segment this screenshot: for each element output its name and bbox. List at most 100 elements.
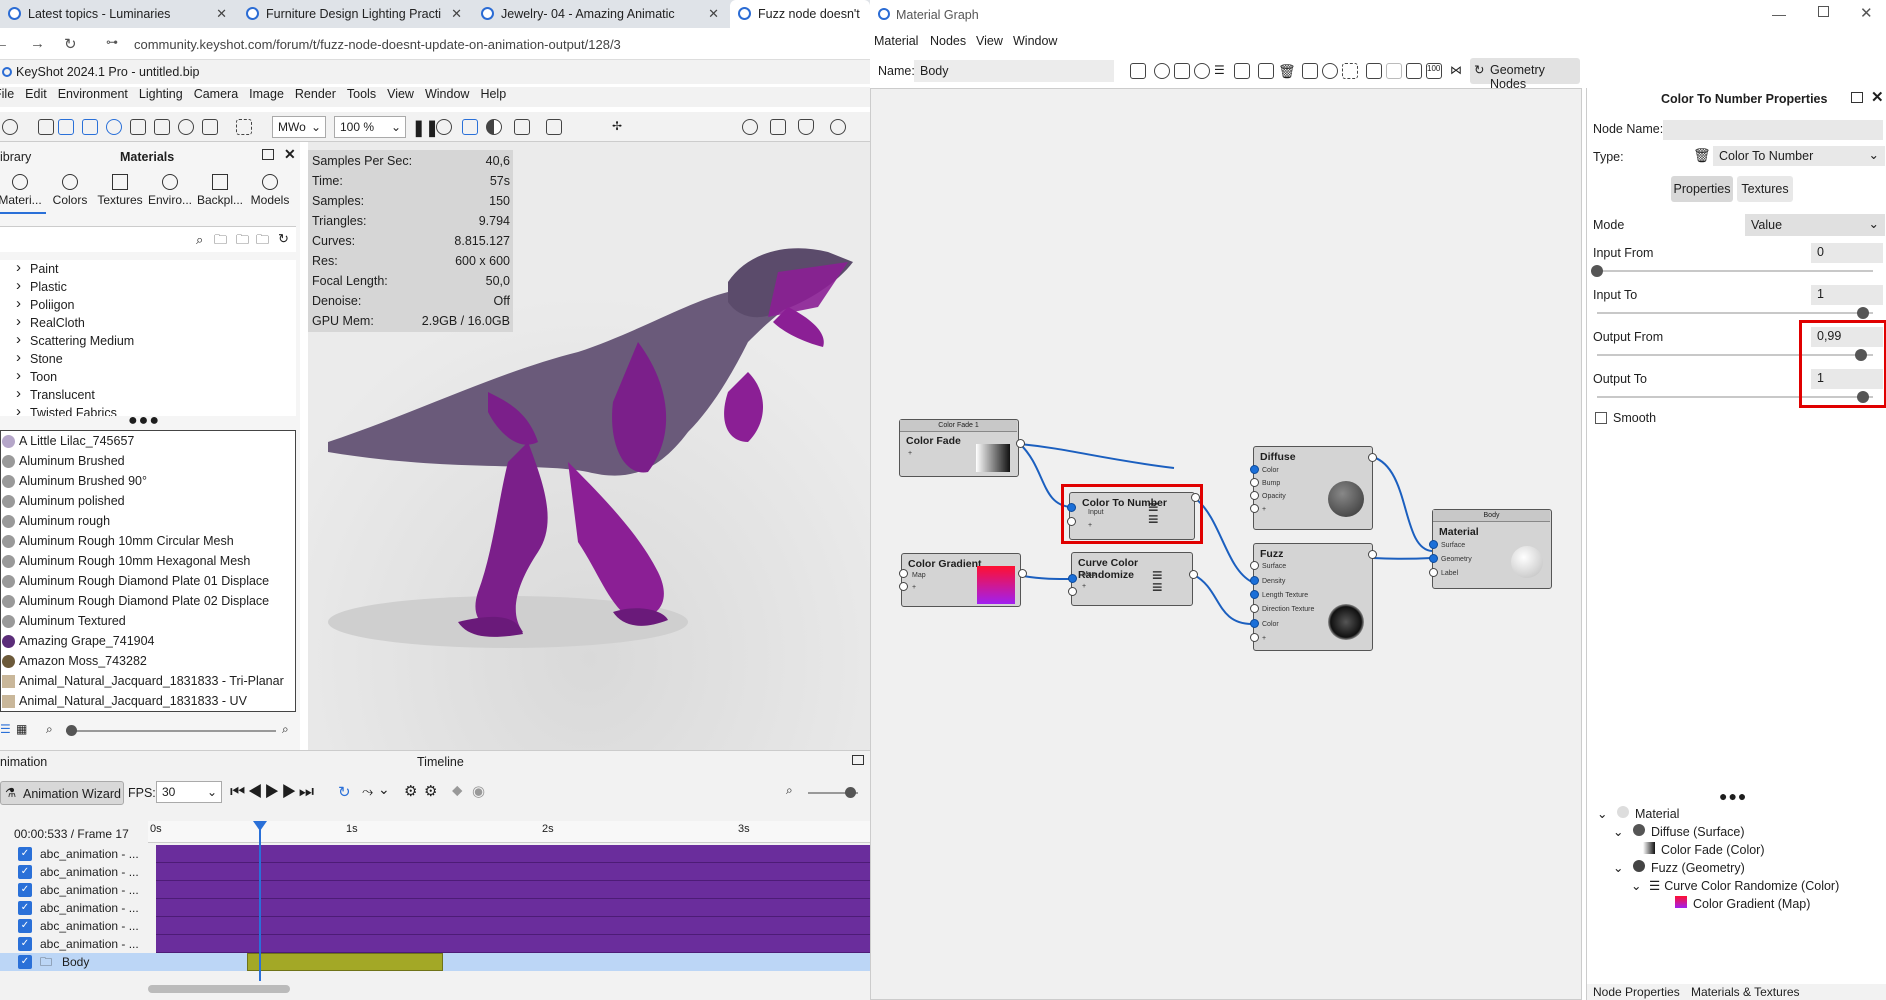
palette-icon[interactable] bbox=[742, 119, 758, 135]
input-port[interactable] bbox=[1250, 619, 1259, 628]
menu-camera[interactable]: Camera bbox=[194, 87, 238, 107]
animation-bar[interactable] bbox=[156, 917, 870, 935]
tab-node-properties[interactable]: Node Properties bbox=[1593, 985, 1680, 999]
slider-knob[interactable] bbox=[1857, 307, 1869, 319]
close-icon[interactable]: ✕ bbox=[1871, 88, 1884, 106]
undock-icon[interactable] bbox=[1851, 92, 1863, 103]
browser-tab[interactable]: Furniture Design Lighting Practi ✕ bbox=[238, 0, 470, 28]
list-item[interactable]: Animal_Natural_Jacquard_1831833 - UV bbox=[1, 691, 295, 711]
close-icon[interactable]: ✕ bbox=[1860, 4, 1873, 22]
input-port[interactable] bbox=[1250, 491, 1259, 500]
checkbox[interactable]: ✓ bbox=[18, 847, 32, 861]
align-icon[interactable] bbox=[1366, 63, 1382, 79]
tab-materials[interactable]: Materi... bbox=[0, 174, 46, 214]
transport-controls-icon[interactable]: ⏮◀▶▶⏭ bbox=[230, 782, 316, 802]
splitter-handle-icon[interactable]: ●●● bbox=[128, 412, 160, 430]
input-port[interactable] bbox=[1429, 554, 1438, 563]
shield-icon[interactable] bbox=[798, 119, 814, 135]
list-item[interactable]: Aluminum Rough Diamond Plate 02 Displace bbox=[1, 591, 295, 611]
track-row[interactable]: ✓ abc_animation - ... bbox=[0, 935, 148, 953]
browser-tab-active[interactable]: Fuzz node doesn't bbox=[730, 0, 870, 28]
folder-item[interactable]: Translucent bbox=[0, 385, 296, 404]
zoom-100-icon[interactable]: 100 bbox=[1426, 63, 1442, 79]
settings-icon[interactable] bbox=[1322, 63, 1338, 79]
play-icon[interactable] bbox=[1194, 63, 1210, 79]
input-port[interactable] bbox=[1068, 587, 1077, 596]
menu-window[interactable]: Window bbox=[1013, 34, 1057, 48]
tab-textures[interactable]: Textures bbox=[1737, 176, 1793, 202]
close-icon[interactable]: ✕ bbox=[708, 6, 719, 22]
contrast-icon[interactable] bbox=[486, 119, 502, 135]
node-diffuse[interactable]: Diffuse Color Bump Opacity + bbox=[1253, 446, 1373, 530]
gpu-icon[interactable] bbox=[462, 119, 478, 135]
input-to-slider[interactable] bbox=[1597, 312, 1873, 314]
close-icon[interactable]: ✕ bbox=[451, 6, 462, 22]
cursor-icon[interactable]: ✢ bbox=[612, 119, 628, 135]
menu-file[interactable]: File bbox=[0, 87, 14, 107]
reload-icon[interactable]: ↻ bbox=[64, 35, 77, 53]
play-circle-icon[interactable] bbox=[106, 119, 122, 135]
minimize-icon[interactable]: — bbox=[1772, 6, 1786, 22]
animation-bar[interactable] bbox=[156, 899, 870, 917]
screen-icon[interactable] bbox=[130, 119, 146, 135]
list-item[interactable]: Aluminum polished bbox=[1, 491, 295, 511]
checkbox[interactable]: ✓ bbox=[18, 901, 32, 915]
input-port[interactable] bbox=[1250, 478, 1259, 487]
node-color-gradient[interactable]: Color Gradient Map + bbox=[901, 553, 1021, 607]
tab-colors[interactable]: Colors bbox=[44, 174, 96, 207]
trash-icon[interactable]: 🗑 bbox=[1278, 63, 1296, 79]
tree-item[interactable]: ⌄ Fuzz (Geometry) bbox=[1613, 860, 1745, 875]
node-icon[interactable] bbox=[1302, 63, 1318, 79]
close-icon[interactable]: ✕ bbox=[216, 6, 227, 22]
menu-help[interactable]: Help bbox=[480, 87, 506, 107]
list-item[interactable]: Animal_Natural_Jacquard_1831833 - Tri-Pl… bbox=[1, 671, 295, 691]
tree-item[interactable]: ⌄ Material bbox=[1597, 806, 1679, 821]
animation-wizard-button[interactable]: ⚗ Animation Wizard bbox=[0, 781, 124, 805]
folder-item[interactable]: Stone bbox=[0, 349, 296, 368]
pause-icon[interactable]: ❚❚ bbox=[412, 118, 439, 138]
back-icon[interactable]: ← bbox=[0, 35, 9, 52]
warning-icon[interactable] bbox=[1234, 63, 1250, 79]
menu-image[interactable]: Image bbox=[249, 87, 284, 107]
disabled-icon[interactable] bbox=[1386, 63, 1402, 79]
input-port[interactable] bbox=[1250, 504, 1259, 513]
output-port[interactable] bbox=[1018, 569, 1027, 578]
list-item[interactable]: Aluminum Textured bbox=[1, 611, 295, 631]
input-to-field[interactable]: 1 bbox=[1811, 285, 1883, 305]
library-icon[interactable] bbox=[38, 119, 54, 135]
crop-icon[interactable] bbox=[514, 119, 530, 135]
output-port[interactable] bbox=[1189, 570, 1198, 579]
menu-material[interactable]: Material bbox=[874, 34, 918, 48]
site-info-icon[interactable]: ⊶ bbox=[106, 35, 118, 49]
input-port[interactable] bbox=[1250, 633, 1259, 642]
folder-add-icon[interactable]: 🗀 bbox=[214, 231, 227, 253]
gear-add-icon[interactable]: ⚙ bbox=[424, 782, 437, 800]
folder-item[interactable]: RealCloth bbox=[0, 313, 296, 332]
list-item[interactable]: Aluminum Rough 10mm Hexagonal Mesh bbox=[1, 551, 295, 571]
menu-nodes[interactable]: Nodes bbox=[930, 34, 966, 48]
folder-item[interactable]: Toon bbox=[0, 367, 296, 386]
checkbox[interactable]: ✓ bbox=[18, 883, 32, 897]
browser-tab[interactable]: Jewelry- 04 - Amazing Animatic ✕ bbox=[473, 0, 727, 28]
checkbox[interactable]: ✓ bbox=[18, 955, 32, 969]
bulb-icon[interactable] bbox=[830, 119, 846, 135]
trash-icon[interactable]: 🗑 bbox=[1693, 147, 1711, 164]
undock-icon[interactable] bbox=[852, 755, 864, 765]
keyframe-icon[interactable]: ⬥ bbox=[452, 782, 463, 799]
undock-icon[interactable] bbox=[262, 149, 274, 160]
material-name-input[interactable]: Body bbox=[914, 60, 1114, 82]
fit-icon[interactable] bbox=[1406, 63, 1422, 79]
input-port[interactable] bbox=[1250, 465, 1259, 474]
input-port[interactable] bbox=[1250, 604, 1259, 613]
folder-item[interactable]: Poliigon bbox=[0, 295, 296, 314]
list-item[interactable]: Aluminum Brushed 90° bbox=[1, 471, 295, 491]
mode-select[interactable]: Value ⌄ bbox=[1745, 214, 1885, 236]
menu-lighting[interactable]: Lighting bbox=[139, 87, 183, 107]
animation-bar[interactable] bbox=[156, 881, 870, 899]
horizontal-scrollbar[interactable] bbox=[148, 985, 290, 993]
book-icon[interactable] bbox=[58, 119, 74, 135]
input-from-slider[interactable] bbox=[1597, 270, 1873, 272]
list-view-icon[interactable]: ☰ bbox=[0, 722, 11, 736]
list-item[interactable]: Amazon Moss_743282 bbox=[1, 651, 295, 671]
track-row[interactable]: ✓ abc_animation - ... bbox=[0, 845, 148, 863]
